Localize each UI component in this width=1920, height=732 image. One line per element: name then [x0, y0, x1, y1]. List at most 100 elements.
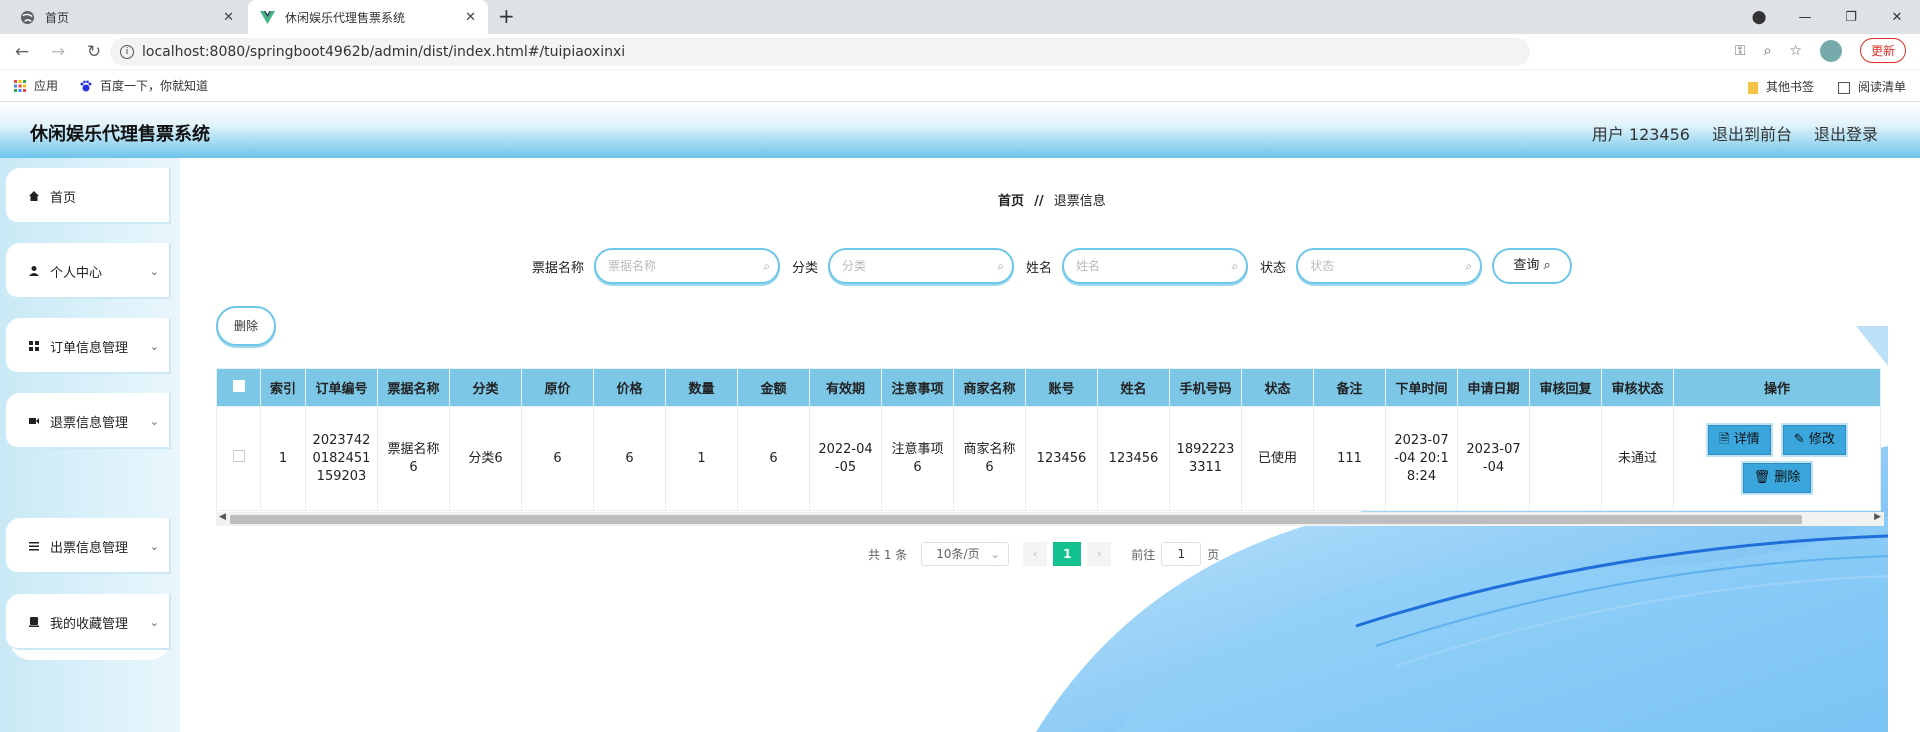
star-icon[interactable]: ☆ [1789, 43, 1802, 59]
sidebar-item-ticketing-management[interactable]: 出票信息管理 ⌄ [6, 518, 171, 574]
select-all-checkbox[interactable] [232, 379, 245, 392]
search-icon: ⌕ [1465, 259, 1473, 273]
apps-grid-icon [14, 79, 26, 92]
bookmark-label: 应用 [34, 79, 59, 93]
zoom-icon[interactable]: ⌕ [1764, 43, 1772, 59]
sidebar-item-favorites-management[interactable]: 我的收藏管理 ⌄ [6, 594, 171, 650]
column-header: 订单编号 [305, 368, 378, 407]
bookmark-icon [29, 617, 39, 627]
search-icon: ⌕ [763, 259, 771, 273]
pagination-total: 共 1 条 [868, 547, 908, 562]
sidebar-item-home[interactable]: 首页 [6, 168, 171, 224]
close-icon[interactable]: ✕ [223, 10, 234, 25]
list-icon [29, 542, 39, 551]
category-input[interactable]: 分类 ⌕ [828, 248, 1015, 284]
column-header: 账号 [1025, 368, 1098, 407]
goto-label: 前往 [1131, 547, 1156, 562]
sidebar-item-refund-management[interactable]: 退票信息管理 ⌄ [6, 393, 171, 449]
scroll-left-icon[interactable]: ◀ [219, 512, 226, 522]
query-button[interactable]: 查询 ⌕ [1492, 248, 1573, 284]
restore-icon[interactable]: ❐ [1828, 10, 1874, 25]
forward-icon[interactable]: → [44, 42, 72, 62]
batch-delete-button[interactable]: 删除 [216, 306, 276, 346]
browser-tab-active[interactable]: 休闲娱乐代理售票系统 ✕ [248, 0, 488, 34]
logout-link[interactable]: 退出登录 [1814, 121, 1878, 145]
new-tab-icon[interactable]: + [498, 4, 515, 28]
name-input[interactable]: 姓名 ⌕ [1062, 248, 1249, 284]
page-size-select[interactable]: 10条/页 ⌄ [921, 542, 1010, 566]
page-number-current[interactable]: 1 [1053, 542, 1082, 566]
close-icon[interactable]: ✕ [465, 10, 476, 25]
reading-list-label: 阅读清单 [1857, 80, 1906, 94]
row-delete-button[interactable]: 🗑 删除 [1742, 462, 1812, 493]
key-icon[interactable]: ⚿ [1735, 43, 1746, 59]
scroll-right-icon[interactable]: ▶ [1874, 512, 1881, 522]
cell-review-status: 未通过 [1601, 406, 1674, 511]
next-page-button[interactable]: › [1087, 542, 1112, 566]
status-input[interactable]: 状态 ⌕ [1296, 248, 1483, 284]
url-field[interactable]: i localhost:8080/springboot4962b/admin/d… [110, 38, 1530, 66]
search-icon: ⌕ [1231, 259, 1239, 273]
other-bookmarks-label: 其他书签 [1765, 80, 1814, 94]
exit-to-front-link[interactable]: 退出到前台 [1712, 121, 1792, 145]
goto-page-input[interactable]: 1 [1161, 542, 1202, 566]
ticket-name-input[interactable]: 票据名称 ⌕ [594, 248, 781, 284]
baidu-paw-icon [80, 80, 92, 91]
sidebar-item-order-management[interactable]: 订单信息管理 ⌄ [6, 318, 171, 374]
minimize-icon[interactable]: — [1782, 10, 1828, 25]
profile-avatar[interactable] [1819, 39, 1842, 62]
browser-tab-home[interactable]: 首页 ✕ [0, 0, 246, 34]
search-label-category: 分类 [792, 260, 819, 276]
reload-icon[interactable]: ↻ [80, 42, 108, 62]
row-select-cell[interactable] [216, 406, 261, 511]
edit-button-label: 修改 [1808, 431, 1835, 447]
breadcrumb: 首页 // 退票信息 [998, 190, 1106, 209]
reading-list[interactable]: 阅读清单 [1837, 78, 1906, 95]
column-header: 原价 [521, 368, 594, 407]
folder-icon [1747, 81, 1758, 94]
column-header: 申请日期 [1457, 368, 1530, 407]
reading-list-icon [1837, 81, 1850, 94]
other-bookmarks[interactable]: 其他书签 [1747, 78, 1814, 95]
sidebar-item-personal-center[interactable]: 个人中心 ⌄ [6, 243, 171, 299]
scrollbar-thumb[interactable] [230, 515, 1802, 524]
row-delete-button-label: 删除 [1774, 469, 1801, 485]
cell-order-time: 2023-07 -04 20:1 8:24 [1385, 406, 1458, 511]
document-icon: 🗎 [1719, 431, 1730, 447]
sidebar-item-label: 首页 [50, 190, 77, 206]
breadcrumb-home[interactable]: 首页 [998, 194, 1024, 209]
cell-merchant: 商家名称 6 [953, 406, 1026, 511]
sidebar-item-label: 我的收藏管理 [50, 616, 129, 632]
detail-button[interactable]: 🗎 详情 [1708, 424, 1771, 455]
info-icon[interactable]: i [120, 45, 134, 59]
update-button[interactable]: 更新 [1859, 38, 1906, 63]
edit-button[interactable]: ✎ 修改 [1782, 424, 1846, 455]
cell-actions: 🗎 详情 ✎ 修改 🗑 删除 [1673, 406, 1881, 511]
cell-amount: 6 [737, 406, 810, 511]
prev-page-button[interactable]: ‹ [1023, 542, 1048, 566]
row-checkbox[interactable] [232, 449, 245, 462]
address-bar-actions: ⚿ ⌕ ☆ 更新 [1735, 38, 1906, 63]
bookmark-apps[interactable]: 应用 [14, 77, 58, 94]
select-all-cell[interactable] [216, 368, 261, 407]
breadcrumb-separator: // [1034, 194, 1044, 209]
cell-notes: 注意事项 6 [881, 406, 954, 511]
bookmark-baidu[interactable]: 百度一下，你就知道 [80, 77, 208, 94]
cell-account: 123456 [1025, 406, 1098, 511]
back-icon[interactable]: ← [8, 42, 36, 62]
bookmarks-bar: 应用 百度一下，你就知道 其他书签 阅读清单 [0, 70, 1920, 102]
bookmark-label: 百度一下，你就知道 [100, 79, 209, 93]
app-title: 休闲娱乐代理售票系统 [30, 124, 210, 145]
grid-icon [29, 341, 39, 351]
window-close-icon[interactable]: ✕ [1874, 10, 1920, 25]
search-label-status: 状态 [1260, 260, 1287, 276]
tab-search-icon[interactable]: ⬤ [1736, 10, 1782, 25]
column-header: 数量 [665, 368, 738, 407]
horizontal-scrollbar[interactable]: ◀ ▶ [216, 512, 1884, 526]
chevron-down-icon: ⌄ [149, 414, 159, 428]
column-header: 手机号码 [1169, 368, 1242, 407]
column-header: 下单时间 [1385, 368, 1458, 407]
cell-name: 123456 [1097, 406, 1170, 511]
browser-tab-title: 首页 [45, 10, 70, 25]
column-header: 审核状态 [1601, 368, 1674, 407]
